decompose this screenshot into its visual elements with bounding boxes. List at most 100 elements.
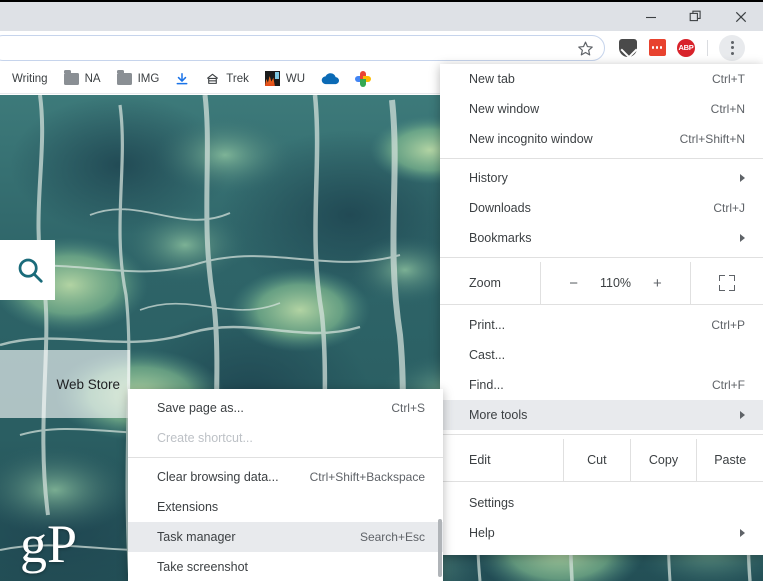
menu-accelerator: Search+Esc [359,530,425,544]
menu-label: Clear browsing data... [157,470,279,484]
menu-item-downloads[interactable]: Downloads Ctrl+J [440,193,763,223]
menu-item-more-tools[interactable]: More tools [440,400,763,430]
folder-icon [63,70,79,85]
menu-label: More tools [469,408,528,422]
bookmark-label: Writing [12,72,48,85]
menu-item-help[interactable]: Help [440,518,763,548]
bookmark-folder-na[interactable]: NA [56,67,109,91]
menu-label: Cast... [469,348,506,362]
bookmark-wu[interactable]: WU [257,67,313,91]
menu-accelerator: Ctrl+N [710,102,745,116]
edit-label: Edit [469,453,491,467]
pocket-extension-icon[interactable] [618,38,638,58]
menu-label: Take screenshot [157,560,249,574]
chevron-right-icon [740,174,745,182]
close-icon[interactable] [718,2,763,31]
web-store-label: Web Store [56,376,120,392]
title-bar [0,0,763,33]
submenu-item-task-manager[interactable]: Task manager Search+Esc [128,522,443,552]
submenu-item-extensions[interactable]: Extensions [128,492,443,522]
bookmark-trek[interactable]: Trek [197,67,257,91]
trek-icon [205,72,220,86]
menu-accelerator: Ctrl+Shift+N [679,132,745,146]
tab-strip[interactable] [4,4,424,33]
zoom-row: Zoom − 110% + [440,262,763,304]
bookmark-folder-img[interactable]: IMG [109,67,168,91]
edit-row: Edit Cut Copy Paste [440,439,763,481]
chevron-right-icon [740,234,745,242]
menu-item-new-tab[interactable]: New tab Ctrl+T [440,64,763,94]
bookmark-label: Trek [226,72,249,85]
menu-item-print[interactable]: Print... Ctrl+P [440,310,763,340]
bookmark-label: WU [285,72,306,85]
minimize-icon[interactable] [628,2,673,31]
search-tile[interactable] [0,240,55,300]
zoom-in-button[interactable]: + [646,275,668,292]
submenu-scrollbar[interactable] [438,519,442,577]
fullscreen-button[interactable] [690,262,763,304]
chevron-right-icon [740,529,745,537]
bookmark-download[interactable] [167,67,197,91]
menu-label: New tab [469,72,515,86]
menu-label: Save page as... [157,401,244,415]
folder-icon [116,70,132,85]
submenu-item-create-shortcut: Create shortcut... [128,423,443,453]
menu-label: Settings [469,496,515,510]
submenu-item-take-screenshot[interactable]: Take screenshot [128,552,443,581]
adblock-plus-extension-icon[interactable]: ABP [676,38,696,58]
address-bar[interactable] [0,35,605,61]
menu-item-settings[interactable]: Settings [440,488,763,518]
menu-label: Task manager [157,530,236,544]
menu-separator [440,257,763,258]
star-icon[interactable] [577,40,594,57]
paste-button[interactable]: Paste [696,439,763,481]
menu-item-new-incognito-window[interactable]: New incognito window Ctrl+Shift+N [440,124,763,154]
window-controls [628,2,763,31]
restore-icon[interactable] [673,2,718,31]
zoom-out-button[interactable]: − [563,275,585,292]
bookmark-label: NA [84,72,101,85]
submenu-item-save-page-as[interactable]: Save page as... Ctrl+S [128,393,443,423]
menu-item-cast[interactable]: Cast... [440,340,763,370]
web-store-tile[interactable]: Web Store [0,350,130,418]
zoom-label: Zoom [469,276,501,290]
menu-accelerator: Ctrl+T [712,72,745,86]
bookmark-writing[interactable]: Writing [4,67,56,91]
submenu-item-clear-browsing-data[interactable]: Clear browsing data... Ctrl+Shift+Backsp… [128,462,443,492]
menu-item-history[interactable]: History [440,163,763,193]
menu-accelerator: Ctrl+S [391,401,425,415]
menu-label: Help [469,526,495,540]
menu-separator [128,457,443,458]
bookmark-google-photos[interactable] [347,67,379,91]
browser-toolbar: ABP [0,31,763,64]
chrome-main-menu: New tab Ctrl+T New window Ctrl+N New inc… [440,64,763,555]
edit-label-cell: Edit [440,439,563,481]
menu-item-bookmarks[interactable]: Bookmarks [440,223,763,253]
fullscreen-icon [719,275,735,291]
menu-label: Extensions [157,500,219,514]
paste-label: Paste [714,453,747,467]
watermark: gP [20,514,78,574]
menu-bottom-padding [440,548,763,555]
chrome-browser-window: Web Store gP ABP Writing NA IMG Trek WU … [0,0,763,581]
chevron-right-icon [740,411,745,419]
zoom-level-value: 110% [599,276,632,290]
copy-button[interactable]: Copy [629,439,697,481]
menu-accelerator: Ctrl+F [712,378,745,392]
copy-label: Copy [648,453,679,467]
menu-item-new-window[interactable]: New window Ctrl+N [440,94,763,124]
three-dot-menu-icon[interactable] [719,34,745,61]
zoom-label-cell: Zoom [440,262,540,304]
menu-label: Bookmarks [469,231,532,245]
menu-label: Find... [469,378,504,392]
bookmark-cloud[interactable] [313,67,347,91]
zoom-controls: − 110% + [540,262,690,304]
toolbar-divider [707,39,708,56]
menu-accelerator: Ctrl+J [713,201,745,215]
menu-item-find[interactable]: Find... Ctrl+F [440,370,763,400]
cut-button[interactable]: Cut [563,439,630,481]
cut-label: Cut [587,453,607,467]
menu-label: Downloads [469,201,531,215]
lastpass-extension-icon[interactable] [647,38,667,58]
cloud-icon [321,72,340,85]
